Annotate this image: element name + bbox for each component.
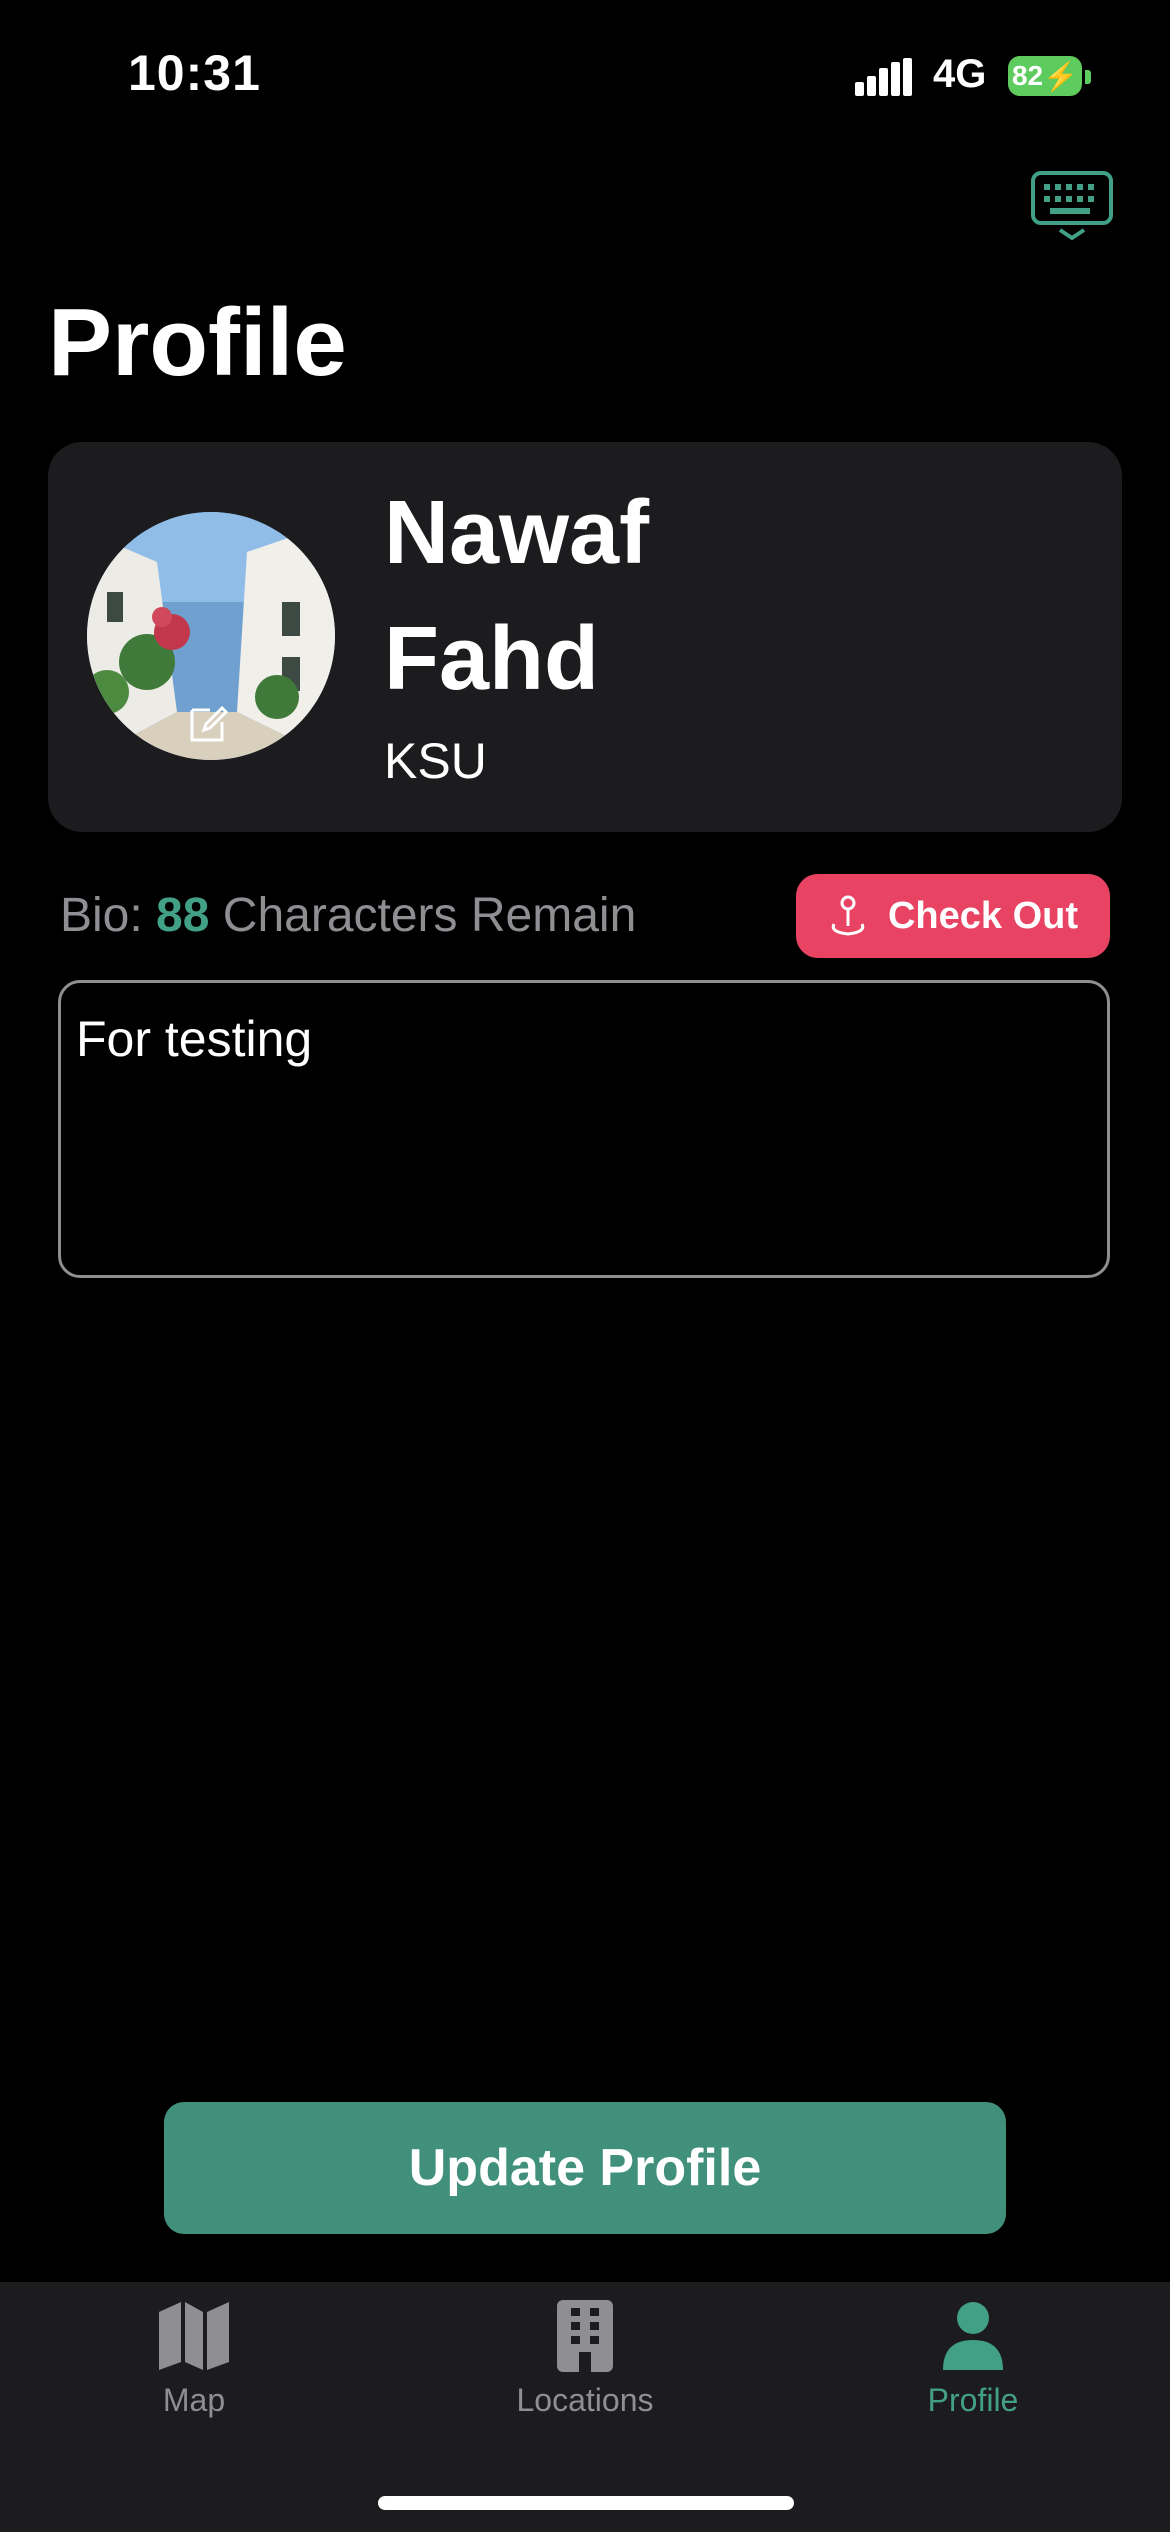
bio-remaining-count: 88 — [156, 889, 210, 942]
home-indicator — [378, 2496, 794, 2510]
profile-organization: KSU — [384, 733, 487, 789]
update-profile-label: Update Profile — [408, 2139, 762, 2197]
tab-map[interactable]: Map — [64, 2300, 324, 2430]
map-icon — [159, 2302, 229, 2370]
status-time: 10:31 — [128, 45, 261, 101]
bio-prefix: Bio: — [60, 889, 157, 942]
person-icon — [943, 2302, 1003, 2370]
network-type: 4G — [933, 52, 987, 96]
check-out-button[interactable]: Check Out — [796, 874, 1110, 958]
location-pin-icon — [831, 895, 865, 936]
profile-first-name: Nawaf — [384, 483, 650, 583]
battery-indicator: 82 ⚡ — [1008, 56, 1082, 96]
charging-icon: ⚡ — [1043, 60, 1079, 92]
battery-level: 82 — [1011, 60, 1044, 91]
edit-photo-icon[interactable] — [186, 702, 230, 746]
tab-profile[interactable]: Profile — [843, 2300, 1103, 2430]
profile-last-name: Fahd — [384, 609, 599, 709]
update-profile-button[interactable]: Update Profile — [164, 2102, 1006, 2234]
bio-text: For testing — [76, 1011, 313, 1067]
building-icon — [557, 2300, 613, 2372]
bio-suffix: Characters Remain — [209, 889, 637, 942]
bio-label: Bio: 88 Characters Remain — [60, 888, 636, 943]
tab-locations-label: Locations — [516, 2382, 654, 2418]
page-title: Profile — [48, 289, 347, 396]
keyboard-icon[interactable] — [1030, 170, 1114, 242]
tab-locations[interactable]: Locations — [455, 2300, 715, 2430]
tab-profile-label: Profile — [927, 2382, 1019, 2418]
tab-map-label: Map — [162, 2382, 226, 2418]
signal-icon — [855, 58, 912, 96]
check-out-label: Check Out — [887, 894, 1079, 937]
battery-tip — [1085, 70, 1091, 84]
